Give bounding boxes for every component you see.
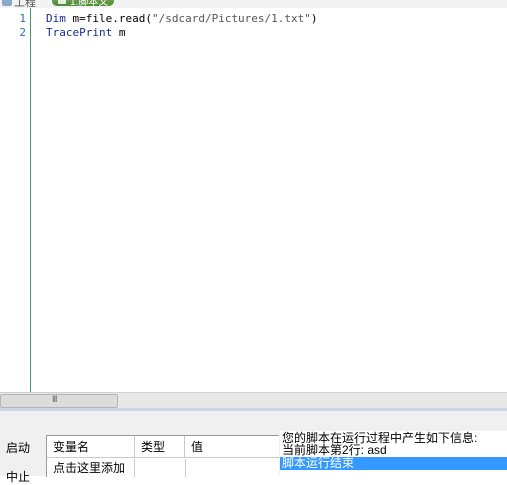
scrollbar-thumb[interactable]: III bbox=[0, 394, 118, 408]
add-variable-cell[interactable]: 点击这里添加 bbox=[47, 459, 135, 477]
output-line-selected-text: 脚本运行结束 bbox=[282, 456, 355, 470]
top-tab-strip: 工程 1.脚本文件 bbox=[0, 0, 507, 8]
variable-watch-grid[interactable]: 变量名 类型 值 点击这里添加 bbox=[46, 435, 279, 477]
line-number: 1 bbox=[19, 12, 26, 25]
stop-button[interactable]: 中止 bbox=[6, 468, 30, 485]
tab-script-file-label: 1.脚本文件 bbox=[70, 0, 109, 8]
output-log[interactable]: 您的脚本在运行过程中产生如下信息: 当前脚本第2行: asd 脚本运行结束 bbox=[280, 431, 507, 476]
tab-script-file[interactable]: 1.脚本文件 bbox=[52, 0, 114, 8]
code-text: m bbox=[112, 26, 126, 39]
column-header-type[interactable]: 类型 bbox=[135, 436, 185, 458]
code-editor[interactable]: 1 2 Dim m=file.read("/sdcard/Pictures/1.… bbox=[0, 8, 507, 392]
horizontal-scrollbar[interactable]: III bbox=[0, 392, 507, 408]
grip-icon: III bbox=[52, 394, 57, 404]
code-text: ) bbox=[310, 12, 318, 25]
code-text: m=file.read( bbox=[65, 12, 152, 25]
gutter-divider bbox=[30, 8, 31, 392]
cell-divider bbox=[185, 459, 186, 477]
output-line-selected[interactable]: 脚本运行结束 bbox=[280, 457, 507, 470]
start-button[interactable]: 启动 bbox=[6, 439, 30, 456]
document-icon bbox=[58, 0, 66, 4]
line-number-gutter: 1 2 bbox=[0, 8, 29, 392]
code-line-2[interactable]: TracePrint m bbox=[46, 26, 125, 40]
code-line-1[interactable]: Dim m=file.read("/sdcard/Pictures/1.txt"… bbox=[46, 12, 318, 26]
code-keyword: TracePrint bbox=[46, 26, 113, 39]
line-number: 2 bbox=[19, 26, 26, 39]
column-header-value[interactable]: 值 bbox=[185, 436, 279, 458]
tab-project[interactable]: 工程 bbox=[14, 0, 36, 8]
column-header-name[interactable]: 变量名 bbox=[47, 436, 135, 458]
code-keyword: Dim bbox=[46, 12, 66, 25]
project-icon bbox=[2, 0, 12, 6]
code-string: "/sdcard/Pictures/1.txt" bbox=[151, 12, 311, 25]
